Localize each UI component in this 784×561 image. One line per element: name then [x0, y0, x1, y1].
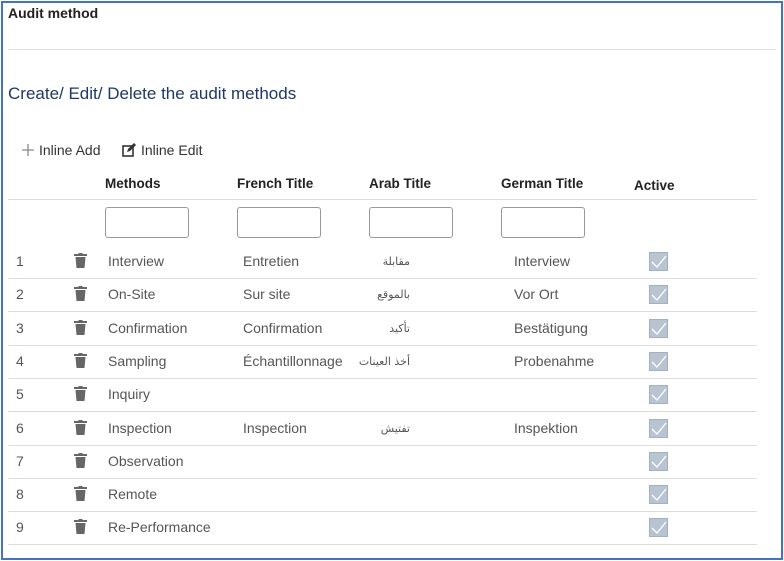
- divider: [8, 49, 776, 50]
- trash-icon[interactable]: [74, 386, 87, 402]
- french-title-cell: Sur site: [243, 286, 291, 303]
- inline-edit-button[interactable]: Inline Edit: [122, 142, 202, 158]
- methods-filter-input[interactable]: [105, 207, 189, 238]
- trash-icon[interactable]: [74, 519, 87, 535]
- trash-icon[interactable]: [74, 486, 87, 502]
- page-subtitle: Create/ Edit/ Delete the audit methods: [8, 84, 297, 103]
- german-title-cell: Vor Ort: [514, 286, 559, 303]
- row-number: 5: [16, 386, 24, 403]
- active-checkbox[interactable]: [649, 485, 668, 505]
- active-checkbox[interactable]: [649, 518, 668, 538]
- method-cell: Sampling: [108, 352, 167, 369]
- column-header-active[interactable]: Active: [634, 178, 675, 193]
- column-header-german-title[interactable]: German Title: [501, 176, 583, 191]
- active-checkbox[interactable]: [649, 351, 668, 371]
- active-checkbox[interactable]: [649, 385, 668, 405]
- active-checkbox[interactable]: [649, 252, 668, 271]
- row-number: 8: [16, 486, 24, 503]
- row-number: 2: [16, 286, 24, 303]
- arab-title-cell: تأكيد: [389, 321, 410, 335]
- trash-icon[interactable]: [74, 352, 87, 368]
- inline-add-button[interactable]: Inline Add: [22, 142, 101, 158]
- method-cell: Interview: [108, 253, 165, 269]
- german-title-cell: Probenahme: [514, 352, 595, 369]
- row-number: 9: [16, 519, 24, 536]
- french-title-cell: Échantillonnage: [243, 352, 343, 369]
- table-row[interactable]: 1 Interview Entretien مقابلة Interview: [0, 245, 784, 278]
- french-title-cell: Inspection: [243, 419, 307, 436]
- row-number: 7: [16, 452, 24, 469]
- method-cell: Re-Performance: [108, 519, 211, 536]
- row-number: 6: [16, 419, 24, 436]
- table-row[interactable]: 6 Inspection Inspection تفتيش Inspektion: [0, 412, 784, 445]
- table-row[interactable]: 4 Sampling Échantillonnage أخذ العينات Probe…: [0, 345, 784, 378]
- row-divider: [8, 544, 757, 546]
- french-title-cell: Confirmation: [243, 319, 323, 336]
- edit-icon: [122, 143, 136, 157]
- table-row[interactable]: 5 Inquiry: [0, 378, 784, 411]
- arab-title-filter-input[interactable]: [369, 207, 453, 238]
- column-header-methods[interactable]: Methods: [105, 176, 161, 191]
- method-cell: Inspection: [108, 419, 172, 436]
- row-number: 1: [16, 253, 24, 269]
- method-cell: Inquiry: [108, 386, 151, 403]
- table-row[interactable]: 8 Remote: [0, 478, 784, 511]
- french-title-cell: Entretien: [243, 253, 300, 269]
- page-title: Audit method: [8, 5, 99, 21]
- column-header-french-title[interactable]: French Title: [237, 176, 313, 191]
- active-checkbox[interactable]: [649, 285, 668, 305]
- method-cell: Confirmation: [108, 319, 188, 336]
- arab-title-cell: بالموقع: [377, 288, 410, 302]
- column-header-arab-title[interactable]: Arab Title: [369, 176, 431, 191]
- table-row[interactable]: 9 Re-Performance: [0, 511, 784, 544]
- table-row[interactable]: 2 On-Site Sur site بالموقع Vor Ort: [0, 278, 784, 311]
- method-cell: Observation: [108, 452, 184, 469]
- trash-icon[interactable]: [74, 452, 87, 468]
- german-title-filter-input[interactable]: [501, 207, 585, 238]
- row-number: 3: [16, 319, 24, 336]
- trash-icon[interactable]: [74, 253, 87, 268]
- german-title-cell: Bestätigung: [514, 319, 588, 336]
- table-row[interactable]: 3 Confirmation Confirmation تأكيد Bestätigun…: [0, 312, 784, 345]
- trash-icon[interactable]: [74, 286, 87, 302]
- inline-add-label: Inline Add: [39, 142, 101, 158]
- trash-icon[interactable]: [74, 419, 87, 435]
- active-checkbox[interactable]: [649, 418, 668, 438]
- header-divider: [8, 199, 757, 200]
- french-title-filter-input[interactable]: [237, 207, 321, 238]
- german-title-cell: Interview: [514, 253, 571, 269]
- method-cell: On-Site: [108, 286, 156, 303]
- arab-title-cell: مقابلة: [382, 255, 410, 268]
- active-checkbox[interactable]: [649, 318, 668, 338]
- plus-icon: [22, 144, 34, 156]
- method-cell: Remote: [108, 486, 158, 503]
- trash-icon[interactable]: [74, 319, 87, 335]
- arab-title-cell: تفتيش: [380, 421, 410, 435]
- active-checkbox[interactable]: [649, 451, 668, 471]
- arab-title-cell: أخذ العينات: [358, 354, 410, 368]
- table-row[interactable]: 7 Observation: [0, 445, 784, 478]
- row-number: 4: [16, 352, 24, 369]
- german-title-cell: Inspektion: [514, 419, 578, 436]
- inline-edit-label: Inline Edit: [141, 142, 203, 158]
